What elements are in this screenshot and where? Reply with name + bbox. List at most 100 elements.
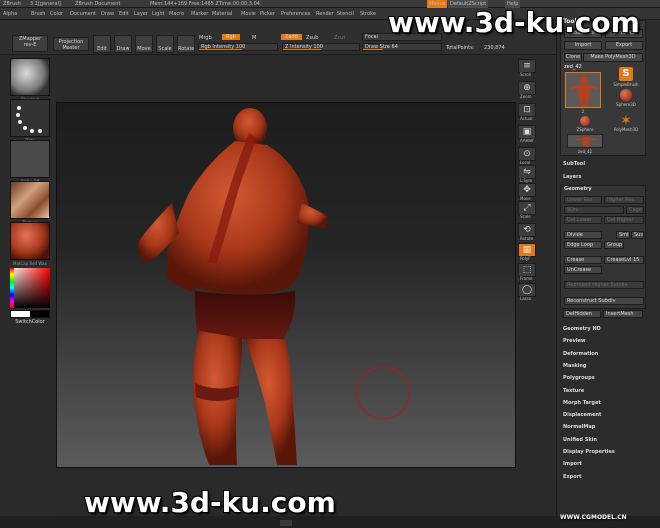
projection-master-button[interactable]: Projection Master [53,37,89,51]
menu-render[interactable]: Render [316,11,334,17]
scroll-icon[interactable]: ≡ [518,59,536,73]
move-button[interactable]: Move [135,35,153,53]
zadd-toggle[interactable]: Zadd [281,34,302,40]
menu-color[interactable]: Color [50,11,63,17]
geometry-header[interactable]: Geometry [564,186,592,192]
import-button[interactable]: Import [564,41,602,50]
menu-alpha[interactable]: Alpha [3,11,17,17]
z-intensity-slider[interactable]: Z Intensity 100 [282,43,360,51]
alpha-thumbnail[interactable] [10,140,50,178]
menu-draw[interactable]: Draw [101,11,114,17]
menu-preferences[interactable]: Preferences [281,11,310,17]
sdiv-slider[interactable]: SDiv [564,206,624,214]
polyf-icon[interactable]: ▦ [518,243,536,257]
palette-deformation[interactable]: Deformation [563,351,598,357]
zcut-toggle[interactable]: Zcut [334,35,345,41]
m-toggle[interactable]: M [252,35,256,41]
clone-button[interactable]: Clone [564,53,582,62]
palette-unified-skin[interactable]: Unified Skin [563,437,597,443]
current-tool-thumbnail[interactable] [565,72,601,108]
edge-loop-button[interactable]: Edge Loop [564,241,602,249]
layers-palette-header[interactable]: Layers [563,174,582,180]
del-lower-button[interactable]: Del Lower [564,216,602,224]
del-higher-button[interactable]: Del Higher [604,216,644,224]
local-icon[interactable]: ⊙ [518,147,536,161]
actual-icon[interactable]: ⊡ [518,103,536,117]
simple-brush-icon[interactable]: S [619,67,633,81]
main-secondary-color[interactable] [10,310,50,318]
rgb-intensity-slider[interactable]: Rgb Intensity 100 [198,43,278,51]
palette-geometry-hd[interactable]: Geometry HD [563,326,601,332]
lower-res-button[interactable]: Lower Res [564,196,602,204]
switch-color-button[interactable]: SwitchColor [10,319,50,325]
lasso-icon[interactable]: ◯ [518,283,536,297]
menu-stroke[interactable]: Stroke [360,11,376,17]
menu-light[interactable]: Light [152,11,164,17]
zmapper-button[interactable]: ZMapper rev-E [12,35,48,52]
menu-stencil[interactable]: Stencil [337,11,354,17]
crease-level-slider[interactable]: CreaseLvl 15 [604,256,644,264]
divide-button[interactable]: Divide [564,231,602,239]
menu-document[interactable]: Document [70,11,96,17]
small-tool-thumbnail[interactable] [567,134,603,148]
menu-macro[interactable]: Macro [169,11,184,17]
palette-polygroups[interactable]: Polygroups [563,375,595,381]
frame-icon[interactable]: ⬚ [518,263,536,277]
palette-export[interactable]: Export [563,474,582,480]
mrgb-toggle[interactable]: Mrgb [199,35,212,41]
zsub-toggle[interactable]: Zsub [306,35,318,41]
palette-display-properties[interactable]: Display Properties [563,449,615,455]
draw-button[interactable]: Draw [114,35,132,53]
polymesh3d-icon[interactable]: ✶ [619,114,633,128]
subtool-palette-header[interactable]: SubTool [563,161,585,167]
hue-strip[interactable] [10,268,14,308]
scale-button[interactable]: Scale [156,35,174,53]
cage-button[interactable]: Cage [626,206,644,214]
draw-size-slider[interactable]: Draw Size 64 [362,43,442,51]
menu-movie[interactable]: Movie [241,11,256,17]
rotate-icon[interactable]: ⟲ [518,223,536,237]
aahalf-icon[interactable]: ▣ [518,125,536,139]
palette-morph-target[interactable]: Morph Target [563,400,601,406]
reproject-higher-subdiv-button[interactable]: Reproject Higher Subdiv [564,281,644,289]
brush-thumbnail[interactable] [10,58,50,96]
uncrease-button[interactable]: UnCrease [564,266,602,274]
palette-masking[interactable]: Masking [563,363,587,369]
scale-icon[interactable]: ⤢ [518,201,536,215]
texture-thumbnail[interactable] [10,181,50,219]
sphere3d-icon[interactable] [620,89,632,101]
make-polymesh-button[interactable]: Make PolyMesh3D [583,53,643,62]
edit-button[interactable]: Edit [93,35,111,53]
smt-toggle[interactable]: Smt [616,231,630,239]
reconstruct-subdiv-button[interactable]: Reconstruct Subdiv [564,297,644,305]
palette-texture[interactable]: Texture [563,388,584,394]
menu-marker[interactable]: Marker [191,11,208,17]
higher-res-button[interactable]: Higher Res [604,196,644,204]
palette-normalmap[interactable]: NormalMap [563,424,595,430]
crease-button[interactable]: Crease [564,256,602,264]
move-icon[interactable]: ✥ [518,183,536,197]
lsym-icon[interactable]: ⇋ [518,165,536,179]
del-hidden-button[interactable]: DelHidden [563,310,601,318]
stroke-thumbnail[interactable] [10,99,50,137]
menu-brush[interactable]: Brush [31,11,45,17]
suv-toggle[interactable]: Suv [631,231,644,239]
palette-preview[interactable]: Preview [563,338,586,344]
zoom-icon[interactable]: ⊕ [518,81,536,95]
palette-displacement[interactable]: Displacement [563,412,601,418]
bottom-shelf-handle[interactable] [280,520,292,526]
insert-mesh-button[interactable]: InsertMesh [603,310,643,318]
zsphere-icon[interactable] [580,116,590,126]
menu-material[interactable]: Material [212,11,232,17]
export-button[interactable]: Export [605,41,643,50]
color-picker[interactable] [10,268,50,308]
palette-import[interactable]: Import [563,461,582,467]
rgb-toggle[interactable]: Rgb [222,34,240,40]
material-thumbnail[interactable] [10,222,50,260]
viewport-canvas[interactable] [56,102,516,468]
group-toggle[interactable]: Group [604,241,624,249]
menu-picker[interactable]: Picker [260,11,275,17]
menu-edit[interactable]: Edit [119,11,129,17]
rotate-button[interactable]: Rotate [177,35,195,53]
menu-layer[interactable]: Layer [134,11,148,17]
